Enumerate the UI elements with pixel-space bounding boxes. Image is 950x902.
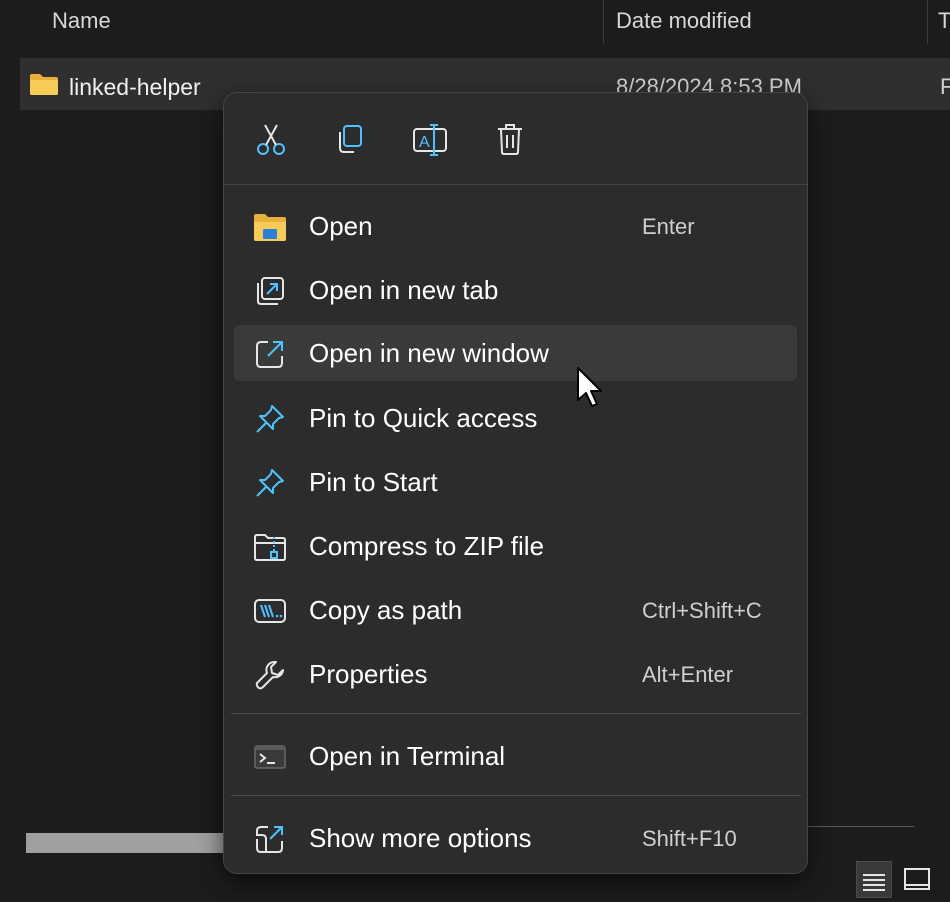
new-window-icon (253, 337, 287, 371)
menu-item-shortcut: Alt+Enter (642, 662, 734, 687)
divider (224, 184, 807, 185)
menu-item-label: Open in new tab (309, 275, 499, 305)
folder-icon (29, 72, 59, 101)
menu-item-label: Compress to ZIP file (309, 531, 545, 561)
delete-icon (498, 124, 522, 155)
menu-item-properties[interactable]: Properties Alt+Enter (234, 646, 797, 702)
details-view-icon (863, 874, 885, 891)
menu-item-open-new-window[interactable]: Open in new window (234, 325, 797, 381)
column-divider[interactable] (927, 0, 928, 44)
copy-icon (339, 125, 362, 153)
svg-text:A: A (419, 134, 430, 151)
menu-item-pin-quick-access[interactable]: Pin to Quick access (234, 390, 797, 446)
menu-item-compress-zip[interactable]: Compress to ZIP file (234, 518, 797, 574)
menu-item-label: Open in new window (309, 338, 549, 368)
terminal-icon (253, 740, 287, 774)
divider (231, 795, 801, 796)
context-menu: A Open Enter Open in new tab Open in new… (223, 92, 808, 874)
copy-path-icon (253, 594, 287, 628)
column-header-name[interactable]: Name (52, 6, 111, 36)
more-options-icon (253, 822, 287, 856)
menu-item-open-terminal[interactable]: Open in Terminal (234, 728, 797, 784)
column-header-row: Name Date modified T (0, 0, 950, 44)
rename-icon: A (413, 124, 447, 156)
zip-folder-icon (253, 530, 287, 564)
wrench-icon (253, 658, 287, 692)
folder-open-icon (253, 210, 287, 244)
tiles-view-button[interactable] (898, 861, 934, 898)
divider (231, 713, 801, 714)
cut-icon (257, 124, 285, 155)
rename-button[interactable]: A (404, 115, 456, 163)
menu-item-shortcut: Enter (642, 214, 695, 239)
menu-item-copy-as-path[interactable]: Copy as path Ctrl+Shift+C (234, 582, 797, 638)
details-view-button[interactable] (856, 861, 892, 898)
menu-item-label: Pin to Quick access (309, 403, 538, 433)
menu-item-label: Properties (309, 659, 428, 689)
column-header-date-modified[interactable]: Date modified (616, 6, 752, 36)
quick-actions-bar: A (224, 93, 807, 185)
menu-item-label: Open in Terminal (309, 741, 506, 771)
mouse-cursor-icon (577, 367, 602, 407)
menu-item-shortcut: Ctrl+Shift+C (642, 598, 762, 623)
tiles-view-icon (904, 868, 930, 890)
menu-item-shortcut: Shift+F10 (642, 826, 737, 851)
divider (808, 826, 914, 827)
delete-button[interactable] (484, 115, 536, 163)
column-divider[interactable] (603, 0, 604, 44)
menu-item-pin-start[interactable]: Pin to Start (234, 454, 797, 510)
column-header-type[interactable]: T (938, 6, 950, 36)
menu-item-label: Open (309, 211, 373, 241)
new-tab-icon (253, 274, 287, 308)
cut-button[interactable] (245, 115, 297, 163)
file-name: linked-helper (69, 74, 201, 100)
menu-item-show-more-options[interactable]: Show more options Shift+F10 (234, 810, 797, 866)
pin-icon (253, 466, 287, 500)
horizontal-scrollbar[interactable] (26, 833, 226, 853)
menu-item-label: Copy as path (309, 595, 463, 625)
pin-icon (253, 402, 287, 436)
menu-item-label: Show more options (309, 823, 532, 853)
file-type: F (940, 74, 950, 99)
menu-item-label: Pin to Start (309, 467, 438, 497)
copy-button[interactable] (324, 115, 376, 163)
menu-item-open[interactable]: Open Enter (234, 198, 797, 254)
menu-item-open-new-tab[interactable]: Open in new tab (234, 262, 797, 318)
